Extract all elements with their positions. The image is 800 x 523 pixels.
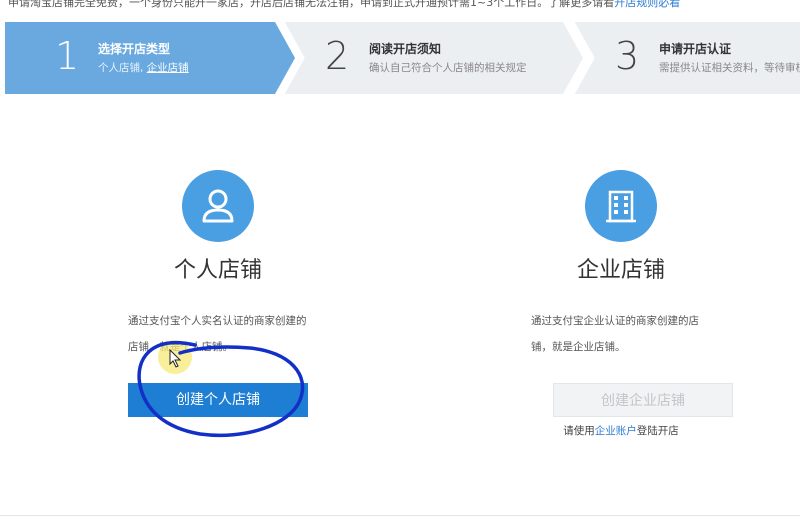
enterprise-account-link[interactable]: 企业账户 [595,425,637,437]
step-2-number: 2 [325,34,350,78]
step-1-background [5,22,295,94]
user-icon [182,170,254,242]
step-3-title: 申请开店认证 [659,42,732,56]
step-progress: 1 选择开店类型 个人店铺, 企业店铺 2 阅读开店须知 确认自己符合个人店铺的… [5,22,800,94]
enterprise-shop-card: 企业店铺 通过支付宝企业认证的商家创建的店铺，就是企业店铺。 创建企业店铺 请使… [491,170,751,437]
step-2: 2 阅读开店须知 确认自己符合个人店铺的相关规定 [283,22,583,94]
step-1-title: 选择开店类型 [98,42,171,56]
notice-link[interactable]: 开店规则必看 [614,0,680,9]
step-1-desc-link[interactable]: 企业店铺 [147,62,189,74]
personal-shop-title: 个人店铺 [173,258,262,283]
step-2-desc: 确认自己符合个人店铺的相关规定 [369,62,527,74]
step-3-desc: 需提供认证相关资料，等待审核通过 [659,62,800,74]
building-icon [585,170,657,242]
enterprise-login-hint: 请使用企业账户登陆开店 [491,423,751,438]
step-3: 3 申请开店认证 需提供认证相关资料，等待审核通过 [573,22,800,94]
step-3-number: 3 [615,34,640,78]
enterprise-hint-suffix: 登陆开店 [636,425,679,437]
footer-divider [0,515,800,516]
step-2-title: 阅读开店须知 [369,42,442,56]
notice-text: 申请淘宝店铺完全免费，一个身份只能开一家店，开店后店铺无法注销，申请到正式开通预… [8,0,615,9]
enterprise-shop-desc: 通过支付宝企业认证的商家创建的店铺，就是企业店铺。 [531,315,699,353]
enterprise-hint-prefix: 请使用 [563,425,595,437]
step-1-number: 1 [55,34,80,78]
enterprise-shop-title: 企业店铺 [576,258,665,283]
step-1-desc: 个人店铺, 企业店铺 [98,60,189,75]
create-enterprise-shop-button[interactable]: 创建企业店铺 [553,383,733,417]
step-1-desc-text: 个人店铺, [98,62,147,74]
personal-shop-card: 个人店铺 通过支付宝个人实名认证的商家创建的店铺，就是个人店铺。 创建个人店铺 [88,170,348,417]
create-personal-shop-button[interactable]: 创建个人店铺 [128,383,308,417]
notice-bar: 申请淘宝店铺完全免费，一个身份只能开一家店，开店后店铺无法注销，申请到正式开通预… [0,0,800,10]
personal-shop-desc: 通过支付宝个人实名认证的商家创建的店铺，就是个人店铺。 [128,315,307,353]
step-3-background [573,22,800,94]
step-1: 1 选择开店类型 个人店铺, 企业店铺 [5,22,295,94]
